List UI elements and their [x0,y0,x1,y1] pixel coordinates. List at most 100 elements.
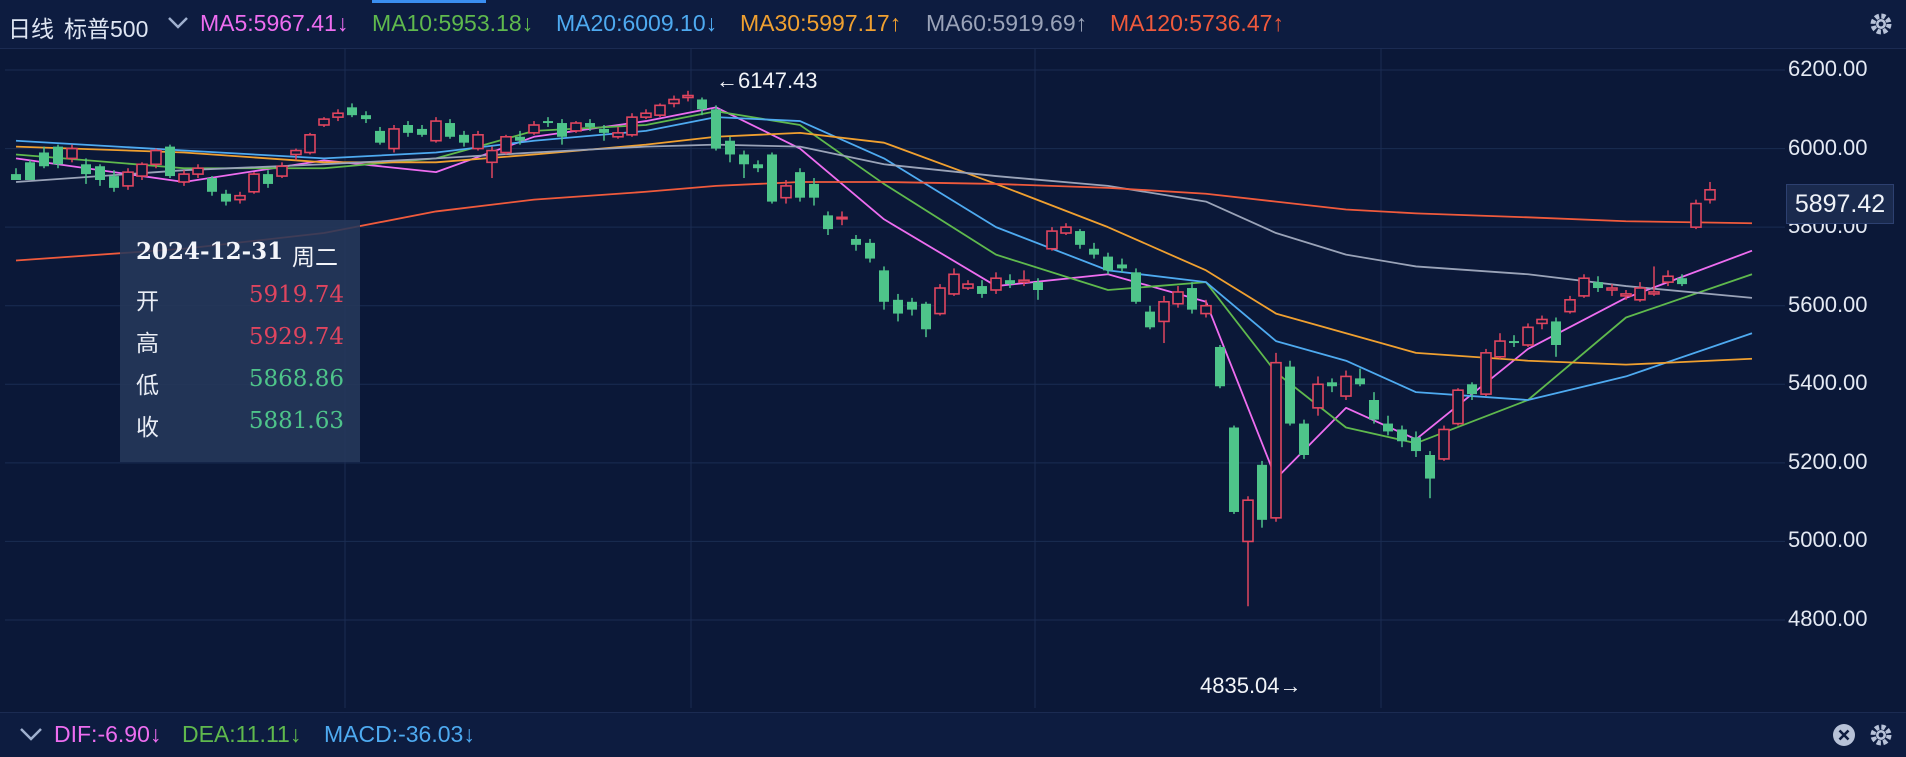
candle[interactable] [1060,223,1072,235]
candle[interactable] [375,126,385,145]
candle[interactable] [626,113,638,137]
candle[interactable] [1229,425,1239,514]
candle[interactable] [417,125,427,137]
candle[interactable] [1158,295,1170,344]
candle[interactable] [1480,348,1492,397]
candle[interactable] [1257,460,1267,528]
candle[interactable] [403,121,413,137]
candle[interactable] [570,121,582,133]
candle[interactable] [304,132,316,155]
candle[interactable] [165,144,175,179]
candle[interactable] [445,119,455,139]
candle[interactable] [234,191,246,204]
candle[interactable] [921,301,931,338]
candle[interactable] [893,293,903,322]
candle[interactable] [290,148,302,161]
candle[interactable] [1046,227,1058,251]
candle[interactable] [1397,425,1407,448]
candle[interactable] [711,105,721,151]
candle[interactable] [990,272,1002,294]
candle[interactable] [81,158,91,184]
candle[interactable] [962,280,974,290]
candle[interactable] [1494,333,1506,359]
candle[interactable] [865,238,875,263]
candle[interactable] [11,168,21,180]
candle[interactable] [948,268,960,296]
candle[interactable] [879,266,889,310]
candle[interactable] [977,280,987,298]
candle[interactable] [500,134,512,155]
candle[interactable] [388,125,400,153]
candle[interactable] [640,109,652,120]
candle[interactable] [543,117,553,127]
candle[interactable] [1327,378,1337,393]
candle[interactable] [612,126,624,139]
candle[interactable] [459,130,469,147]
candle[interactable] [668,95,680,108]
candle[interactable] [1564,295,1576,314]
candle[interactable] [347,103,357,118]
candle[interactable] [1522,323,1534,347]
period-label[interactable]: 日线 [8,10,54,44]
candle[interactable] [25,160,35,180]
candle[interactable] [318,117,330,127]
candle[interactable] [1634,282,1646,302]
candle[interactable] [1509,335,1519,347]
candle[interactable] [1187,282,1197,314]
candle[interactable] [1117,258,1127,273]
candle[interactable] [276,162,288,179]
candle[interactable] [207,176,217,196]
candle[interactable] [1242,496,1254,607]
gear-icon[interactable] [1868,11,1894,37]
symbol-label[interactable]: 标普500 [64,10,148,44]
candle[interactable] [725,136,735,163]
candle[interactable] [1648,266,1660,296]
chevron-down-icon[interactable] [166,8,190,42]
candle[interactable] [1536,315,1548,330]
candle[interactable] [1270,352,1282,522]
candle[interactable] [1340,370,1352,400]
candle[interactable] [851,235,861,251]
candle[interactable] [263,170,273,188]
candle[interactable] [1620,290,1632,300]
candle[interactable] [1005,274,1015,289]
candle[interactable] [1452,388,1464,426]
candle[interactable] [361,111,371,124]
candle[interactable] [95,164,105,186]
candle[interactable] [178,170,190,186]
candle[interactable] [1285,360,1295,426]
candle[interactable] [1606,284,1618,296]
candle[interactable] [39,146,49,169]
candle[interactable] [1200,299,1212,318]
candle[interactable] [1411,431,1421,457]
candle[interactable] [934,284,946,316]
candle[interactable] [248,172,260,194]
candle[interactable] [1131,268,1141,304]
candle[interactable] [767,152,777,204]
candle[interactable] [795,168,805,202]
candle[interactable] [221,189,231,206]
candle[interactable] [486,146,498,179]
candle[interactable] [472,130,484,151]
candle[interactable] [753,160,763,173]
candle[interactable] [1425,451,1435,499]
candle[interactable] [739,150,749,179]
candle[interactable] [1551,317,1561,357]
candle[interactable] [1355,368,1365,387]
candle[interactable] [332,109,344,122]
candle[interactable] [528,121,540,135]
gear-icon[interactable] [1868,722,1894,748]
candle[interactable] [1369,392,1379,424]
candle[interactable] [557,119,567,145]
candle[interactable] [1299,419,1309,459]
candle[interactable] [1215,345,1225,389]
candle[interactable] [823,211,833,235]
candle[interactable] [122,168,134,190]
candle[interactable] [430,117,442,143]
candle[interactable] [1172,286,1184,308]
candle[interactable] [1145,305,1155,330]
candle[interactable] [1438,425,1450,461]
candle[interactable] [1578,274,1590,298]
candle[interactable] [1312,376,1324,416]
candle[interactable] [1593,276,1603,292]
